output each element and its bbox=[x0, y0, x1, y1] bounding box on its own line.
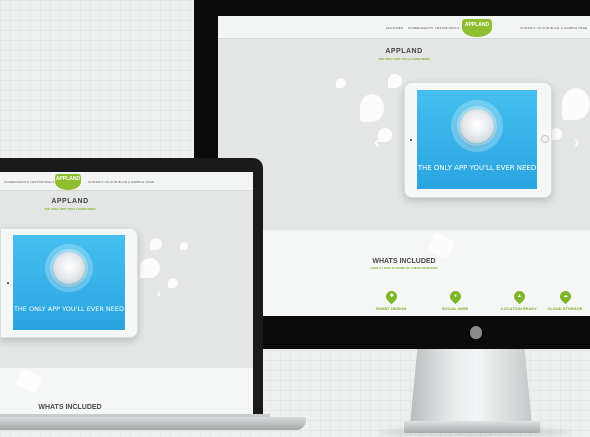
nav-link-testimonials[interactable]: TESTIMONIALS bbox=[30, 180, 54, 184]
design-icon: ◆ bbox=[383, 288, 399, 305]
features-title: WHATS INCLUDED bbox=[38, 404, 102, 411]
features-title: WHATS INCLUDED bbox=[372, 258, 436, 265]
tablet-mockup: THE ONLY APP YOU'LL EVER NEED bbox=[404, 82, 552, 198]
feature-location-ready[interactable]: ▲ LOCATION READY bbox=[494, 288, 544, 311]
app-knob-icon bbox=[53, 252, 85, 284]
decor-drop bbox=[140, 258, 160, 278]
feature-social-wise[interactable]: ● SOCIAL WISE bbox=[430, 288, 480, 311]
location-icon: ▲ bbox=[511, 288, 527, 305]
imac-stand-base bbox=[404, 421, 540, 433]
site-logo[interactable]: APPLAND bbox=[55, 174, 81, 190]
slider-next-arrow[interactable]: › bbox=[574, 134, 579, 152]
nav-link-blog[interactable]: OUR BLOG bbox=[542, 26, 559, 30]
decor-drop bbox=[360, 94, 384, 122]
decor-drop bbox=[168, 278, 178, 288]
tablet-screen: THE ONLY APP YOU'LL EVER NEED bbox=[13, 235, 125, 330]
nav-link-features[interactable]: FEATURES bbox=[386, 26, 403, 30]
nav-link-sample[interactable]: A SAMPLE PAGE bbox=[561, 26, 587, 30]
macbook-site-nav: SCREENSHOTS TESTIMONIALS CONTACT US OUR … bbox=[0, 172, 253, 191]
imac-stand bbox=[410, 349, 532, 425]
feature-smart-design[interactable]: ◆ SMART DESIGN bbox=[366, 288, 416, 311]
tablet-tagline: THE ONLY APP YOU'LL EVER NEED bbox=[13, 305, 125, 313]
hero-subtitle: THE ONLY APP YOU'LL EVER NEED bbox=[378, 57, 430, 61]
decor-drop bbox=[180, 242, 188, 250]
slider-next-arrow[interactable]: › bbox=[157, 288, 161, 300]
decor-drop bbox=[562, 88, 590, 120]
feature-label: CLOUD STORAGE bbox=[547, 306, 583, 311]
feature-label: LOCATION READY bbox=[501, 306, 537, 311]
nav-link-sample[interactable]: A SAMPLE PAGE bbox=[128, 180, 154, 184]
hero-subtitle: THE ONLY APP YOU'LL EVER NEED bbox=[44, 207, 96, 211]
social-icon: ● bbox=[447, 288, 463, 305]
nav-link-screenshots[interactable]: SCREENSHOTS bbox=[408, 26, 433, 30]
nav-link-contact[interactable]: CONTACT US bbox=[520, 26, 541, 30]
tablet-camera bbox=[7, 282, 9, 284]
tablet-camera bbox=[410, 139, 412, 141]
imac-site-nav: FEATURES SCREENSHOTS TESTIMONIALS CONTAC… bbox=[218, 16, 590, 39]
nav-link-contact[interactable]: CONTACT US bbox=[88, 180, 109, 184]
hero-title: APPLAND bbox=[385, 48, 423, 55]
macbook-screen: SCREENSHOTS TESTIMONIALS CONTACT US OUR … bbox=[0, 172, 253, 421]
imac-screen: FEATURES SCREENSHOTS TESTIMONIALS CONTAC… bbox=[218, 16, 590, 316]
macbook-display: SCREENSHOTS TESTIMONIALS CONTACT US OUR … bbox=[0, 158, 263, 421]
decor-drop bbox=[150, 238, 162, 250]
nav-link-blog[interactable]: OUR BLOG bbox=[110, 180, 127, 184]
macbook-base bbox=[0, 417, 306, 430]
feature-cloud-storage[interactable]: ☁ CLOUD STORAGE bbox=[540, 288, 590, 311]
feature-label: SOCIAL WISE bbox=[441, 306, 469, 311]
decor-drop bbox=[336, 78, 346, 88]
features-subtitle: HAVE A LOOK AT SOME OF THESE FEATURES bbox=[370, 266, 438, 270]
feature-label: SMART DESIGN bbox=[375, 306, 407, 311]
apple-logo-icon bbox=[470, 326, 482, 339]
tablet-mockup: THE ONLY APP YOU'LL EVER NEED bbox=[0, 228, 138, 338]
cloud-icon: ☁ bbox=[557, 288, 573, 305]
tablet-home-button bbox=[541, 135, 549, 143]
slider-prev-arrow[interactable]: ‹ bbox=[374, 134, 379, 152]
decor-drop bbox=[388, 74, 402, 88]
app-knob-icon bbox=[460, 109, 494, 143]
decor-drop bbox=[378, 128, 392, 142]
nav-link-screenshots[interactable]: SCREENSHOTS bbox=[4, 180, 29, 184]
site-logo[interactable]: APPLAND bbox=[462, 19, 492, 37]
tablet-screen: THE ONLY APP YOU'LL EVER NEED bbox=[417, 90, 537, 189]
nav-link-testimonials[interactable]: TESTIMONIALS bbox=[435, 26, 459, 30]
hero-title: APPLAND bbox=[51, 198, 89, 205]
tablet-tagline: THE ONLY APP YOU'LL EVER NEED bbox=[417, 164, 537, 172]
